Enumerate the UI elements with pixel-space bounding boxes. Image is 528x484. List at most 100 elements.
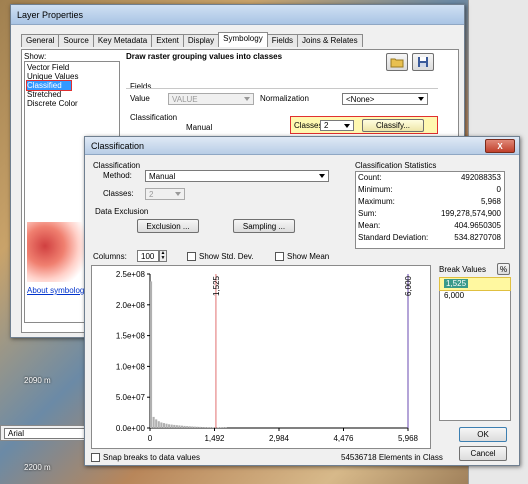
percent-button[interactable]: %	[497, 263, 510, 275]
columns-value: 100	[141, 251, 155, 261]
stats-value: 5,968	[480, 197, 501, 206]
classes-label: Classes:	[103, 189, 134, 198]
columns-input[interactable]: 100	[137, 250, 159, 262]
tab-fields[interactable]: Fields	[266, 34, 299, 47]
histogram-panel: 0.0e+00 5.0e+07 1.0e+08 1.5e+08 2.0e+08 2.5e+…	[91, 265, 431, 449]
y-tick-label: 0.0e+00	[116, 424, 146, 433]
stats-value: 0	[496, 185, 501, 194]
stats-row: Standard Deviation: 534.8270708	[356, 232, 504, 244]
show-item-discrete-color[interactable]: Discrete Color	[27, 99, 117, 108]
columns-spinner[interactable]: ▲ ▼	[159, 250, 167, 262]
classes-dropdown[interactable]: 2	[145, 188, 185, 200]
sampling-button[interactable]: Sampling ...	[233, 219, 295, 233]
ok-button[interactable]: OK	[459, 427, 507, 442]
histogram-bar	[211, 427, 214, 428]
tab-joins-relates[interactable]: Joins & Relates	[297, 34, 363, 47]
snap-breaks-label: Snap breaks to data values	[103, 453, 200, 462]
stats-label: Mean:	[358, 221, 381, 230]
histogram-bar	[188, 426, 191, 428]
histogram-bar	[162, 423, 165, 428]
classification-title: Classification	[91, 140, 145, 151]
save-button[interactable]	[412, 53, 434, 71]
histogram-bar	[170, 424, 173, 428]
classify-button[interactable]: Classify...	[362, 119, 424, 132]
chevron-down-icon	[175, 192, 181, 196]
tab-general[interactable]: General	[21, 34, 60, 47]
show-mean-checkbox[interactable]	[275, 252, 284, 261]
histogram-bar	[206, 427, 209, 428]
show-item-classified[interactable]: Classified	[26, 80, 72, 91]
about-symbology-link[interactable]: About symbology	[27, 286, 88, 295]
histogram-bar	[160, 422, 163, 428]
x-tick-label: 4,476	[333, 434, 354, 443]
exclusion-button[interactable]: Exclusion ...	[137, 219, 199, 233]
histogram-bar	[201, 427, 204, 428]
break-value-item[interactable]: 1,525	[439, 277, 511, 291]
stats-row: Minimum: 0	[356, 184, 504, 196]
map-bottom-label: 2200 m	[24, 463, 51, 472]
x-tick-label: 0	[148, 434, 153, 443]
show-std-checkbox[interactable]	[187, 252, 196, 261]
classification-dialog: Classification X Classification Method: …	[84, 136, 520, 466]
y-tick-label: 2.0e+08	[116, 301, 146, 310]
normalization-label: Normalization	[260, 94, 309, 103]
value-field-dropdown[interactable]: VALUE	[168, 93, 254, 105]
method-dropdown[interactable]: Manual	[145, 170, 329, 182]
stats-title: Classification Statistics	[355, 161, 437, 170]
x-tick-label: 5,968	[398, 434, 419, 443]
tab-extent[interactable]: Extent	[151, 34, 184, 47]
tab-symbology[interactable]: Symbology	[218, 32, 268, 47]
show-item-vector-field[interactable]: Vector Field	[27, 63, 117, 72]
stats-label: Maximum:	[358, 197, 395, 206]
stats-label: Minimum:	[358, 185, 393, 194]
tab-strip: General Source Key Metadata Extent Display Sy…	[21, 32, 363, 47]
cancel-button[interactable]: Cancel	[459, 446, 507, 461]
stats-value: 404.9650305	[454, 221, 501, 230]
snap-breaks-checkbox[interactable]	[91, 453, 100, 462]
stats-row: Sum: 199,278,574,900	[356, 208, 504, 220]
tab-display[interactable]: Display	[182, 34, 220, 47]
show-item-stretched[interactable]: Stretched	[27, 90, 117, 99]
histogram-chart[interactable]: 0.0e+00 5.0e+07 1.0e+08 1.5e+08 2.0e+08 2.5e+…	[92, 266, 430, 448]
histogram-bar	[175, 425, 178, 428]
data-exclusion-label: Data Exclusion	[95, 207, 149, 216]
elements-in-class-text: 54536718 Elements in Class	[341, 453, 443, 462]
histogram-bar	[204, 427, 207, 428]
map-elevation-label: 2090 m	[24, 376, 51, 385]
histogram-bar	[191, 426, 194, 428]
show-label: Show:	[24, 52, 47, 61]
histogram-bar	[178, 425, 181, 428]
stats-row: Mean: 404.9650305	[356, 220, 504, 232]
classes-label: Classes	[294, 121, 323, 130]
histogram-bar	[186, 426, 189, 428]
classes-dropdown[interactable]: 2	[320, 120, 354, 131]
break-values-list: 1,525 6,000	[439, 277, 511, 421]
folder-icon	[390, 58, 404, 67]
stats-value: 199,278,574,900	[440, 209, 501, 218]
break-value-item[interactable]: 6,000	[440, 290, 510, 302]
value-field-text: VALUE	[172, 94, 198, 104]
open-folder-button[interactable]	[386, 53, 408, 71]
normalization-dropdown[interactable]: <None>	[342, 93, 428, 105]
stats-row: Count: 492088353	[356, 172, 504, 184]
stats-value: 534.8270708	[454, 233, 501, 242]
classes-value: 2	[324, 121, 329, 130]
method-label: Method:	[103, 171, 132, 180]
close-button[interactable]: X	[485, 139, 515, 153]
spinner-down-icon: ▼	[160, 255, 166, 261]
histogram-bar	[157, 421, 160, 428]
font-dropdown[interactable]: Arial	[4, 428, 94, 439]
layer-properties-title: Layer Properties	[17, 9, 84, 20]
classification-titlebar: Classification	[85, 137, 519, 155]
histogram-bar	[196, 426, 199, 428]
tab-key-metadata[interactable]: Key Metadata	[92, 34, 153, 47]
histogram-bar	[183, 425, 186, 428]
histogram-bar	[199, 426, 202, 428]
show-std-label: Show Std. Dev.	[199, 252, 254, 261]
chevron-down-icon	[244, 97, 250, 101]
show-item-unique-values[interactable]: Unique Values	[27, 72, 117, 81]
save-icon	[418, 57, 428, 67]
tab-source[interactable]: Source	[58, 34, 94, 47]
close-icon: X	[497, 141, 503, 151]
x-tick-label: 1,492	[204, 434, 225, 443]
